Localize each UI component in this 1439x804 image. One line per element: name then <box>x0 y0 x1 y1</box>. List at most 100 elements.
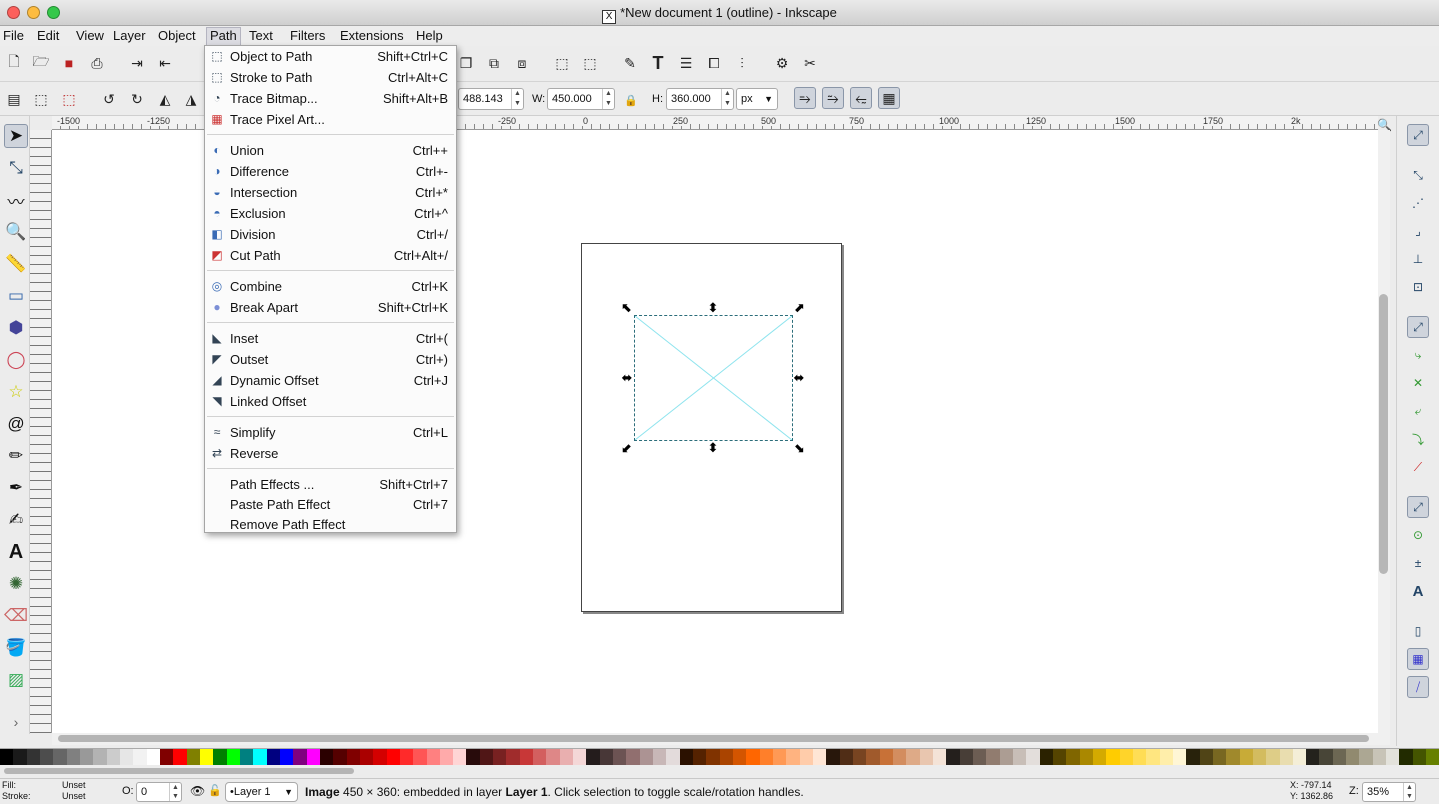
color-swatch[interactable] <box>493 749 507 765</box>
color-swatch[interactable] <box>1292 749 1307 765</box>
stroke-value[interactable]: Unset <box>62 791 86 801</box>
color-swatch[interactable] <box>26 749 40 765</box>
color-swatch[interactable] <box>1106 749 1120 765</box>
color-swatch[interactable] <box>173 749 187 765</box>
rotate-ccw-icon[interactable]: ↺ <box>98 88 120 110</box>
document-properties-icon[interactable]: ⚙ <box>771 52 793 74</box>
color-swatch[interactable] <box>932 749 947 765</box>
spray-tool-icon[interactable]: ✺ <box>4 572 28 596</box>
color-swatch[interactable] <box>1199 749 1213 765</box>
select-all-layers-icon[interactable]: ⬚ <box>30 88 52 110</box>
menu-file[interactable]: File <box>0 27 27 45</box>
ungroup-icon[interactable]: ⬚ <box>579 52 601 74</box>
color-swatch[interactable] <box>1279 749 1293 765</box>
color-swatch[interactable] <box>813 749 827 765</box>
flip-horizontal-icon[interactable]: ◭ <box>154 88 176 110</box>
color-swatch[interactable] <box>866 749 880 765</box>
path-menu-item-difference[interactable]: ◑ Difference Ctrl+- <box>205 161 456 182</box>
palette-scroll-thumb[interactable] <box>4 768 354 774</box>
color-swatch[interactable] <box>213 749 227 765</box>
xml-editor-icon[interactable]: ⧠ <box>703 52 725 74</box>
path-menu-item-combine[interactable]: ◎ Combine Ctrl+K <box>205 276 456 297</box>
unit-select[interactable]: px ▼ <box>736 88 778 110</box>
path-menu-item-paste-path-effect[interactable]: Paste Path Effect Ctrl+7 <box>205 494 456 515</box>
color-swatch[interactable] <box>919 749 933 765</box>
open-icon[interactable]: 🗁 <box>30 52 52 74</box>
color-swatch[interactable] <box>1399 749 1413 765</box>
scale-handle-n-icon[interactable]: ⬍ <box>706 301 720 315</box>
scale-handle-ne-icon[interactable]: ⬈ <box>792 301 806 315</box>
select-all-icon[interactable]: ▤ <box>3 88 25 110</box>
rotate-cw-icon[interactable]: ↻ <box>126 88 148 110</box>
snap-bbox-centers-icon[interactable]: ⊡ <box>1407 276 1429 298</box>
color-swatch[interactable] <box>266 749 280 765</box>
color-swatch[interactable] <box>106 749 120 765</box>
snap-bbox-corners-icon[interactable]: ⌟ <box>1407 220 1429 242</box>
vertical-scroll-thumb[interactable] <box>1379 294 1388 574</box>
path-menu-item-outset[interactable]: ◤ Outset Ctrl+) <box>205 349 456 370</box>
color-swatch[interactable] <box>346 749 360 765</box>
scale-handle-sw-icon[interactable]: ⬋ <box>620 441 634 455</box>
color-swatch[interactable] <box>1119 749 1133 765</box>
snap-toggle-icon[interactable]: ⤢ <box>1407 124 1429 146</box>
snap-grid-icon[interactable]: ▦ <box>1407 648 1429 670</box>
layers-icon[interactable]: ☰ <box>675 52 697 74</box>
horizontal-scroll-thumb[interactable] <box>58 735 1369 742</box>
pen-tool-icon[interactable]: ✒ <box>4 476 28 500</box>
menu-object[interactable]: Object <box>155 27 199 45</box>
color-swatch[interactable] <box>1026 749 1040 765</box>
color-swatch[interactable] <box>1332 749 1347 765</box>
color-swatch[interactable] <box>786 749 800 765</box>
color-swatch[interactable] <box>186 749 200 765</box>
opacity-field[interactable]: 0 ▲ ▼ <box>136 782 182 802</box>
unlink-clone-icon[interactable]: ⧈ <box>511 52 533 74</box>
y-stepper-icon[interactable]: ▲ ▼ <box>511 89 523 109</box>
color-palette[interactable] <box>0 748 1439 765</box>
color-swatch[interactable] <box>1172 749 1187 765</box>
node-tool-icon[interactable]: ⤡ <box>4 156 28 180</box>
snap-bbox-edges-icon[interactable]: ⋰ <box>1407 192 1429 214</box>
tweak-tool-icon[interactable]: 〰 <box>4 188 28 212</box>
path-menu-item-division[interactable]: ◧ Division Ctrl+/ <box>205 224 456 245</box>
color-swatch[interactable] <box>1359 749 1373 765</box>
lock-icon[interactable]: 🔒 <box>620 89 642 111</box>
height-field[interactable]: 360.000 ▲ ▼ <box>666 88 734 110</box>
deselect-icon[interactable]: ⬚ <box>58 88 80 110</box>
layer-select[interactable]: •Layer 1 ▼ <box>225 782 298 802</box>
color-swatch[interactable] <box>146 749 160 765</box>
color-swatch[interactable] <box>1052 749 1067 765</box>
color-swatch[interactable] <box>879 749 893 765</box>
color-swatch[interactable] <box>79 749 94 765</box>
zoom-stepper-icon[interactable]: ▲ ▼ <box>1403 783 1415 801</box>
color-swatch[interactable] <box>1226 749 1240 765</box>
color-swatch[interactable] <box>733 749 747 765</box>
star-tool-icon[interactable]: ☆ <box>4 380 28 404</box>
zoom-tool-icon[interactable]: 🔍 <box>4 220 28 244</box>
color-swatch[interactable] <box>892 749 907 765</box>
color-swatch[interactable] <box>0 749 14 765</box>
menu-view[interactable]: View <box>73 27 107 45</box>
color-swatch[interactable] <box>1186 749 1200 765</box>
color-swatch[interactable] <box>359 749 374 765</box>
color-swatch[interactable] <box>1372 749 1387 765</box>
scale-handle-s-icon[interactable]: ⬍ <box>706 441 720 455</box>
path-menu-item-object-to-path[interactable]: ⬚ Object to Path Shift+Ctrl+C <box>205 46 456 67</box>
path-menu-item-break-apart[interactable]: ● Break Apart Shift+Ctrl+K <box>205 297 456 318</box>
color-swatch[interactable] <box>1132 749 1147 765</box>
measure-tool-icon[interactable]: 📏 <box>4 252 28 276</box>
paint-bucket-tool-icon[interactable]: 🪣 <box>4 636 28 660</box>
color-swatch[interactable] <box>466 749 480 765</box>
color-swatch[interactable] <box>439 749 454 765</box>
color-swatch[interactable] <box>999 749 1013 765</box>
color-swatch[interactable] <box>479 749 494 765</box>
zoom-window-button[interactable] <box>47 6 60 19</box>
color-swatch[interactable] <box>453 749 467 765</box>
color-swatch[interactable] <box>613 749 627 765</box>
path-menu-item-intersection[interactable]: ◒ Intersection Ctrl+* <box>205 182 456 203</box>
scale-handle-nw-icon[interactable]: ⬉ <box>620 301 634 315</box>
path-menu-item-trace-pixel-art[interactable]: ▦ Trace Pixel Art... <box>205 109 456 130</box>
color-swatch[interactable] <box>826 749 840 765</box>
color-swatch[interactable] <box>253 749 267 765</box>
new-document-icon[interactable]: 🗋 <box>3 52 25 74</box>
color-swatch[interactable] <box>546 749 560 765</box>
